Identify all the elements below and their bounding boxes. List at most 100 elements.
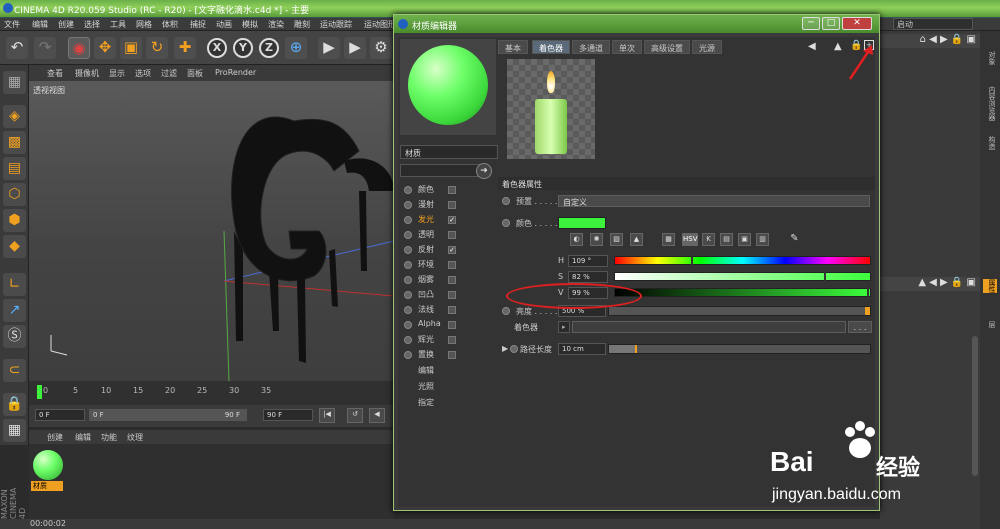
channel-luminance[interactable]: 发光 ✓: [400, 213, 458, 227]
close-button[interactable]: ✕: [842, 17, 872, 30]
mat-menu-function[interactable]: 功能: [101, 432, 117, 443]
channel-editor[interactable]: 编辑: [418, 365, 434, 376]
channel-glow[interactable]: 辉光: [400, 333, 458, 347]
shader-browse-button[interactable]: . . .: [848, 321, 872, 333]
path-length-slider[interactable]: [608, 344, 871, 354]
tab-basic[interactable]: 基本: [498, 40, 528, 54]
menu-file[interactable]: 文件: [4, 19, 20, 30]
go-to-start-icon[interactable]: |◀: [319, 408, 335, 423]
tweak-mode-icon[interactable]: ↗: [3, 299, 26, 322]
channel-displacement[interactable]: 置换: [400, 348, 458, 362]
rgb-icon[interactable]: ▦: [662, 233, 675, 246]
edges-mode-icon[interactable]: ⬢: [3, 209, 26, 232]
menu-create[interactable]: 创建: [58, 19, 74, 30]
make-editable-icon[interactable]: ▦: [3, 71, 26, 94]
material-name-field[interactable]: 材质: [400, 145, 498, 159]
move-icon[interactable]: ✥: [94, 37, 116, 59]
material-thumbnail-label[interactable]: 材质: [31, 481, 63, 491]
hue-slider[interactable]: [614, 255, 871, 268]
side-tab-structure[interactable]: 构造: [983, 136, 997, 150]
channel-diffusion[interactable]: 漫射: [400, 198, 458, 212]
snap-icon[interactable]: ⊂: [3, 359, 26, 382]
spectrum-icon[interactable]: ✺: [590, 233, 603, 246]
render-picture-viewer-icon[interactable]: ▶: [344, 37, 366, 59]
picture-icon[interactable]: ▲: [630, 233, 643, 246]
preset-dropdown[interactable]: 自定义: [558, 195, 870, 207]
menu-animate[interactable]: 动画: [216, 19, 232, 30]
material-thumbnail[interactable]: [33, 450, 63, 480]
menu-snap[interactable]: 捕捉: [190, 19, 206, 30]
planar-workplane-icon[interactable]: ▦: [3, 419, 26, 442]
eyedropper-icon[interactable]: ✎: [788, 233, 801, 246]
swatches-icon[interactable]: ▣: [738, 233, 751, 246]
layout-dropdown[interactable]: 启动: [893, 18, 973, 30]
menu-mesh[interactable]: 网格: [136, 19, 152, 30]
shader-arrow-icon[interactable]: ▸: [558, 321, 570, 333]
brightness-slider[interactable]: [608, 306, 871, 316]
channel-transparency[interactable]: 透明: [400, 228, 458, 242]
render-settings-icon[interactable]: ⚙: [370, 37, 392, 59]
undo-icon[interactable]: ↶: [6, 37, 28, 59]
menu-volume[interactable]: 体积: [162, 19, 178, 30]
hue-field[interactable]: 109 °: [568, 255, 608, 267]
attributes-scrollbar[interactable]: [972, 336, 978, 476]
minimize-button[interactable]: ─: [802, 17, 820, 30]
workplane-icon[interactable]: ▤: [3, 157, 26, 180]
axis-mode-icon[interactable]: ∟: [3, 273, 26, 296]
step-back-icon[interactable]: ◀: [369, 408, 385, 423]
side-tab-layers[interactable]: 层: [983, 321, 997, 328]
channel-color[interactable]: 颜色: [400, 183, 458, 197]
viewport-menu-view[interactable]: 查看: [47, 68, 63, 79]
rotate-icon[interactable]: ↻: [146, 37, 168, 59]
y-axis-icon[interactable]: Y: [233, 38, 253, 58]
tab-advanced[interactable]: 高级设置: [644, 40, 690, 54]
viewport-menu-display[interactable]: 显示: [109, 68, 125, 79]
material-preview[interactable]: [400, 39, 496, 135]
side-tab-content-browser[interactable]: 内容浏览器: [983, 86, 997, 121]
tab-multipass[interactable]: 多通道: [572, 40, 610, 54]
timeline[interactable]: 0 5 10 15 20 25 30 35: [29, 381, 394, 405]
lock-workplane-icon[interactable]: 🔒: [3, 393, 26, 416]
channel-normal[interactable]: 法线: [400, 303, 458, 317]
tab-lights[interactable]: 光源: [692, 40, 722, 54]
kelvin-icon[interactable]: K: [702, 233, 715, 246]
viewport-menu-options[interactable]: 选项: [135, 68, 151, 79]
material-editor-titlebar[interactable]: 材质编辑器 ─ □ ✕: [394, 15, 879, 33]
saturation-slider[interactable]: [614, 271, 871, 284]
color-wheel-icon[interactable]: ◐: [570, 233, 583, 246]
side-tab-attributes[interactable]: 属性: [983, 279, 997, 293]
transform-icon[interactable]: ✚: [174, 37, 196, 59]
path-length-field[interactable]: 10 cm: [558, 343, 606, 355]
mat-menu-create[interactable]: 创建: [47, 432, 63, 443]
solo-icon[interactable]: Ⓢ: [3, 325, 26, 348]
menu-motion-tracker[interactable]: 运动跟踪: [320, 19, 352, 30]
saturation-field[interactable]: 82 %: [568, 271, 608, 283]
mat-menu-texture[interactable]: 纹理: [127, 432, 143, 443]
up-arrow-icon[interactable]: ▲: [834, 41, 842, 52]
end-frame-field[interactable]: 90 F: [263, 409, 313, 421]
color-swatch[interactable]: [558, 217, 606, 229]
hsv-button[interactable]: HSV: [682, 233, 698, 246]
material-selector[interactable]: [400, 164, 480, 177]
start-frame-field[interactable]: 0 F: [35, 409, 85, 421]
z-axis-icon[interactable]: Z: [259, 38, 279, 58]
frame-range-slider[interactable]: 0 F 90 F: [89, 409, 247, 421]
menu-simulate[interactable]: 模拟: [242, 19, 258, 30]
channel-environment[interactable]: 环境: [400, 258, 458, 272]
loop-icon[interactable]: ↺: [347, 408, 363, 423]
value-slider[interactable]: [614, 287, 871, 300]
polygons-mode-icon[interactable]: ◆: [3, 235, 26, 258]
mat-menu-edit[interactable]: 编辑: [75, 432, 91, 443]
viewport-menu-panel[interactable]: 面板: [187, 68, 203, 79]
mixer-icon[interactable]: ▤: [720, 233, 733, 246]
channel-assignment[interactable]: 指定: [418, 397, 434, 408]
channel-illumination[interactable]: 光照: [418, 381, 434, 392]
channel-fog[interactable]: 烟雾: [400, 273, 458, 287]
channel-reflectance[interactable]: 反射 ✓: [400, 243, 458, 257]
menu-tools[interactable]: 工具: [110, 19, 126, 30]
channel-alpha[interactable]: Alpha: [400, 318, 458, 332]
menu-sculpt[interactable]: 雕刻: [294, 19, 310, 30]
gradient-icon[interactable]: ▨: [610, 233, 623, 246]
tab-shader[interactable]: 着色器: [532, 40, 570, 54]
palette-icon[interactable]: ▥: [756, 233, 769, 246]
